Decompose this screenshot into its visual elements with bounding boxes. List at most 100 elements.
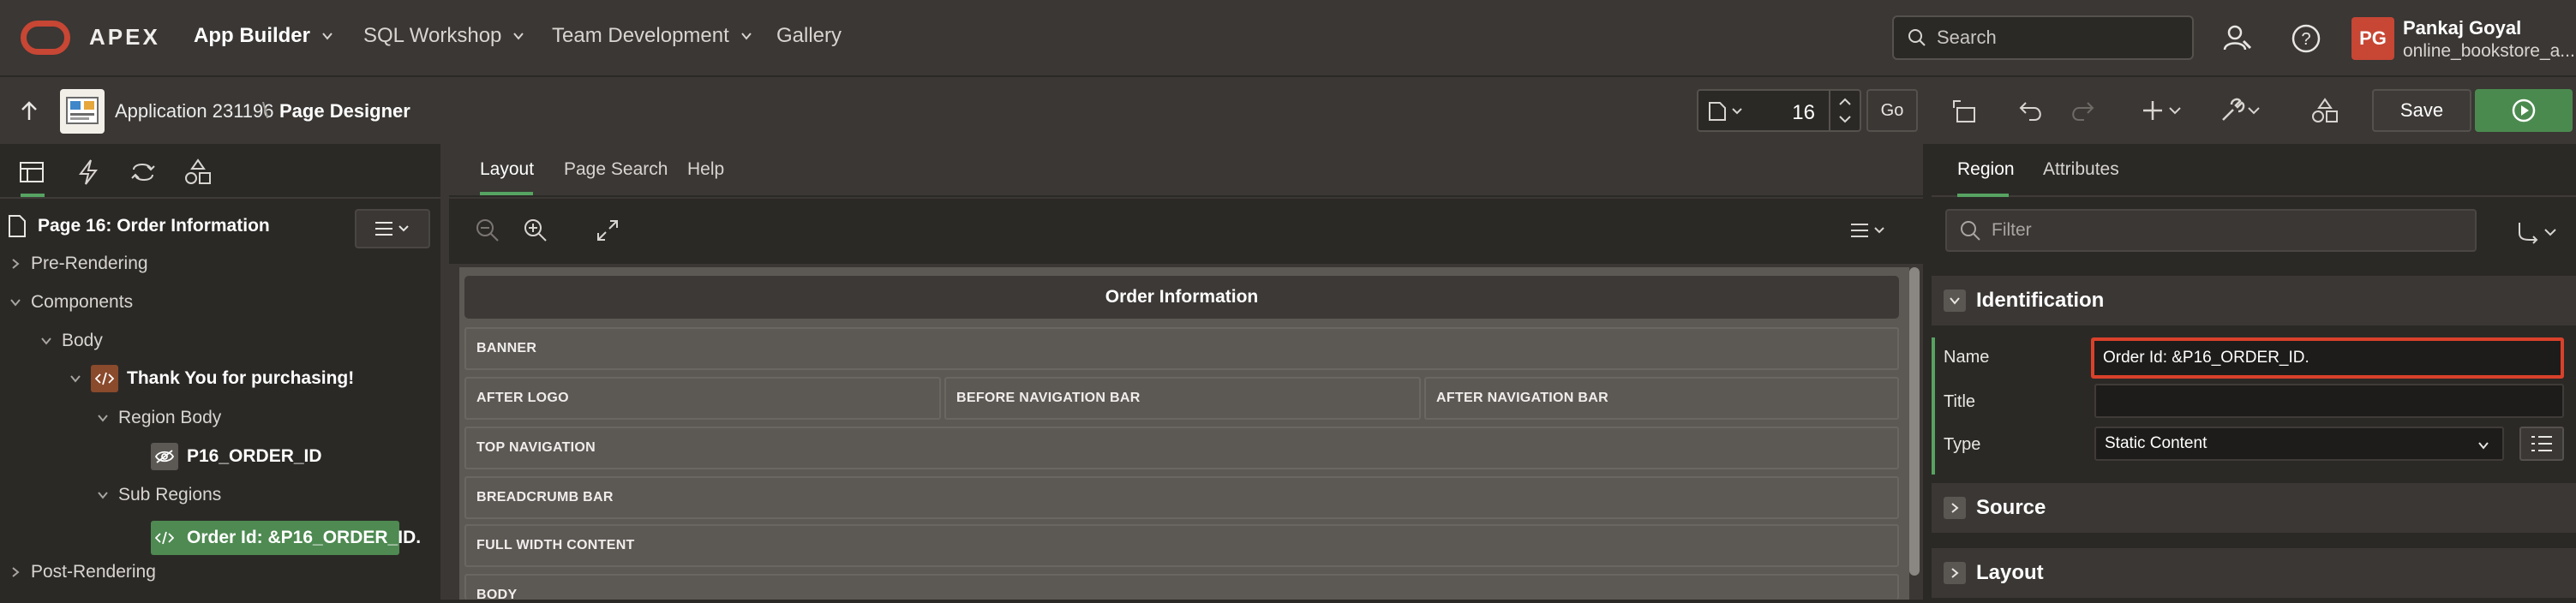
page-number-spinner[interactable] [1829,91,1860,130]
static-content-region-icon [151,524,178,552]
group-indicator-bar [1932,337,1935,475]
chevron-right-icon [12,567,20,577]
rendering-tab-icon[interactable] [17,158,46,187]
dynamic-actions-tab-icon[interactable] [74,158,103,187]
right-pane-tabs: Region Attributes [1932,144,2576,197]
tree-node-sub-region[interactable]: Order Id: &P16_ORDER_ID. [151,524,421,552]
section-identification-label: Identification [1976,289,2105,312]
apex-brand[interactable]: APEX [89,24,160,51]
page-layout-header[interactable]: Order Information [464,276,1899,319]
section-layout-label: Layout [1976,561,2044,584]
slot-full-width-content[interactable]: FULL WIDTH CONTENT [464,524,1899,567]
chevron-right-icon [1944,497,1966,519]
page-icon [1709,102,1742,121]
expand-icon[interactable] [595,218,620,243]
zoom-out-icon[interactable] [475,218,500,243]
slot-before-navigation-bar[interactable]: BEFORE NAVIGATION BAR [944,377,1421,420]
redo-icon[interactable] [2067,96,2096,125]
title-field[interactable] [2094,384,2564,418]
page-designer-toolbar: Application 231196 \ Page Designer 16 Go… [0,75,2576,144]
page-shared-components-tab-icon[interactable] [183,158,213,187]
create-menu-icon[interactable] [2142,96,2185,125]
tree-node-components[interactable]: Components [9,292,133,313]
tree-node-post-rendering[interactable]: Post-Rendering [9,562,156,582]
tab-page-search[interactable]: Page Search [564,159,668,180]
nav-gallery-label: Gallery [776,24,842,47]
chevron-right-icon [12,259,20,269]
tab-layout[interactable]: Layout [480,159,534,180]
rendering-tree-pane: Page 16: Order Information Pre-Rendering… [0,144,446,600]
tree-node-item[interactable]: P16_ORDER_ID [151,443,322,470]
oracle-logo[interactable] [21,21,70,55]
slot-banner[interactable]: BANNER [464,327,1899,370]
nav-app-builder-label: App Builder [194,24,310,47]
section-layout[interactable]: Layout [1932,548,2576,598]
property-filter-input[interactable]: Filter [1945,209,2477,252]
left-splitter[interactable] [440,144,449,600]
slot-top-navigation[interactable]: TOP NAVIGATION [464,427,1899,469]
center-tabs: Layout Page Search Help [449,144,1923,197]
processing-tab-icon[interactable] [129,158,158,187]
tree-node-region-body[interactable]: Region Body [96,408,221,428]
user-avatar[interactable]: PG [2351,17,2394,60]
page-number-selector[interactable]: 16 [1697,89,1861,132]
undo-icon[interactable] [2017,96,2046,125]
application-breadcrumb[interactable]: Application 231196 [115,100,274,122]
slot-body[interactable]: BODY [464,574,1899,602]
eye-slash-icon [154,450,175,463]
app-thumbnail-icon [66,97,99,124]
play-icon [2512,99,2536,122]
search-icon [1961,221,1980,241]
page-node[interactable]: Page 16: Order Information [5,214,270,238]
tab-help[interactable]: Help [687,159,724,180]
user-name[interactable]: Pankaj Goyal [2403,17,2521,39]
slot-after-navigation-bar[interactable]: AFTER NAVIGATION BAR [1424,377,1899,420]
tree-node-pre-rendering[interactable]: Pre-Rendering [9,254,148,274]
slot-after-logo[interactable]: AFTER LOGO [464,377,941,420]
tab-attributes[interactable]: Attributes [2043,159,2119,180]
tree-node-body[interactable]: Body [39,331,103,351]
go-to-group-icon[interactable] [2514,219,2562,245]
arrow-up-icon[interactable] [17,99,41,123]
list-icon [2531,436,2552,451]
save-button[interactable]: Save [2372,89,2471,132]
application-icon[interactable] [60,89,105,134]
chevron-down-icon [41,337,51,345]
layout-menu-icon[interactable] [1848,218,1890,243]
name-field[interactable]: Order Id: &P16_ORDER_ID. [2091,337,2564,379]
nav-team-development[interactable]: Team Development [552,24,753,48]
breadcrumb-separator: \ [262,98,269,123]
page-number-value[interactable]: 16 [1792,101,1815,125]
section-source[interactable]: Source [1932,483,2576,533]
lock-page-icon[interactable] [1950,96,1980,125]
go-button[interactable]: Go [1866,89,1918,132]
nav-sql-workshop[interactable]: SQL Workshop [363,24,525,48]
tab-region[interactable]: Region [1957,159,2015,180]
administration-icon[interactable] [2221,22,2254,55]
left-pane-tabs [0,144,446,199]
svg-text:?: ? [2301,30,2310,49]
type-list-button[interactable] [2519,427,2564,461]
utilities-wrench-icon[interactable] [2218,96,2261,125]
help-icon[interactable]: ? [2290,22,2322,55]
user-workspace[interactable]: online_bookstore_a... [2403,41,2575,62]
tree-node-sub-regions[interactable]: Sub Regions [96,485,221,505]
nav-app-builder[interactable]: App Builder [194,24,334,48]
slot-breadcrumb-bar[interactable]: BREADCRUMB BAR [464,476,1899,519]
active-tab-indicator [480,192,533,195]
tree-menu-button[interactable] [355,209,430,248]
section-identification[interactable]: Identification [1932,276,2576,325]
search-placeholder: Search [1937,27,1997,48]
chevron-down-icon [2478,442,2489,450]
tree-node-region[interactable]: Thank You for purchasing! [69,365,354,392]
nav-team-development-label: Team Development [552,24,729,47]
run-page-button[interactable] [2475,89,2573,132]
layout-scrollbar[interactable] [1909,267,1920,576]
shared-components-icon[interactable] [2310,96,2339,125]
type-select[interactable]: Static Content [2094,427,2504,461]
hamburger-menu-icon [375,222,409,236]
tree-label: Body [62,331,103,350]
nav-gallery[interactable]: Gallery [776,24,842,48]
global-search-input[interactable]: Search [1892,15,2194,60]
zoom-in-icon[interactable] [523,218,548,243]
